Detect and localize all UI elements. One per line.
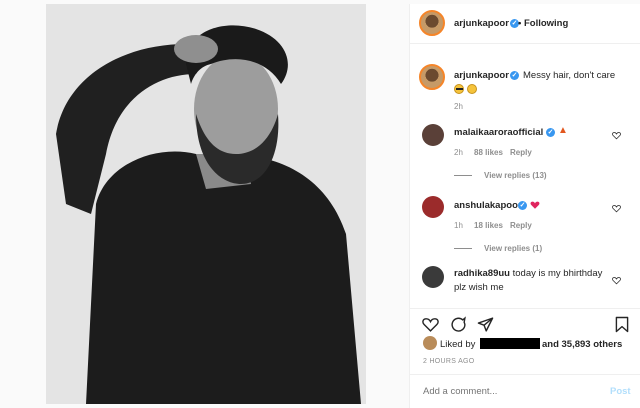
share-icon[interactable] <box>477 316 494 333</box>
post-header: arjunkapoor ✓ • Following <box>410 4 640 44</box>
follow-status-label: Following <box>523 18 569 29</box>
post-comment-button[interactable]: Post <box>610 386 631 397</box>
view-replies-link[interactable]: View replies (13) <box>484 171 547 180</box>
caption-text: Messy hair, don't care <box>523 70 616 81</box>
replies-divider <box>454 248 472 249</box>
like-comment-heart-icon[interactable] <box>612 131 621 140</box>
verified-badge-icon: ✓ <box>510 71 519 80</box>
commenter-avatar[interactable] <box>422 196 444 218</box>
redacted-username <box>480 338 540 349</box>
comment-username[interactable]: radhika89uu <box>454 268 510 279</box>
liked-by-prefix: Liked by <box>440 339 476 350</box>
like-comment-heart-icon[interactable] <box>612 204 621 213</box>
commenter-avatar[interactable] <box>422 124 444 146</box>
commenter-avatar[interactable] <box>422 266 444 288</box>
separator-dot: • <box>518 18 522 29</box>
reply-button[interactable]: Reply <box>510 148 532 157</box>
view-replies-link[interactable]: View replies (1) <box>484 244 542 253</box>
like-comment-heart-icon[interactable] <box>612 276 621 285</box>
comment-likes[interactable]: 88 likes <box>474 148 503 157</box>
reply-button[interactable]: Reply <box>510 221 532 230</box>
verified-badge-icon: ✓ <box>546 128 555 137</box>
bookmark-icon[interactable] <box>615 316 629 333</box>
comment-likes[interactable]: 18 likes <box>474 221 503 230</box>
comment-username[interactable]: anshulakapoor <box>454 200 522 211</box>
add-comment-bar: Post <box>410 374 640 408</box>
comment-body: radhika89uu today is my bhirthday plz wi… <box>454 267 604 295</box>
post-image[interactable] <box>46 4 366 404</box>
post-photo-illustration <box>46 4 366 404</box>
red-heart-emoji <box>530 201 540 209</box>
sunglasses-emoji <box>454 84 464 94</box>
author-avatar[interactable] <box>419 10 445 36</box>
following-button[interactable]: • Following <box>518 18 568 29</box>
post-panel: arjunkapoor ✓ • Following arjunkapoor ✓ … <box>409 4 640 408</box>
verified-badge-icon: ✓ <box>518 201 527 210</box>
replies-divider <box>454 175 472 176</box>
comment-icon[interactable] <box>450 316 467 333</box>
likes-count[interactable]: and 35,893 others <box>542 339 622 350</box>
comment-username[interactable]: malaikaaroraofficial <box>454 127 543 138</box>
liker-avatar[interactable] <box>423 336 437 350</box>
caption-time: 2h <box>454 102 463 111</box>
post-timestamp: 2 HOURS AGO <box>423 358 475 365</box>
fire-emoji: ▲ <box>558 125 568 136</box>
add-comment-input[interactable] <box>423 386 593 397</box>
grin-emoji <box>467 84 477 94</box>
caption-username[interactable]: arjunkapoor <box>454 70 509 81</box>
comment-time: 2h <box>454 148 463 157</box>
heart-icon[interactable] <box>422 316 439 333</box>
caption-avatar[interactable] <box>419 64 445 90</box>
comment-time: 1h <box>454 221 463 230</box>
author-username[interactable]: arjunkapoor <box>454 18 509 29</box>
